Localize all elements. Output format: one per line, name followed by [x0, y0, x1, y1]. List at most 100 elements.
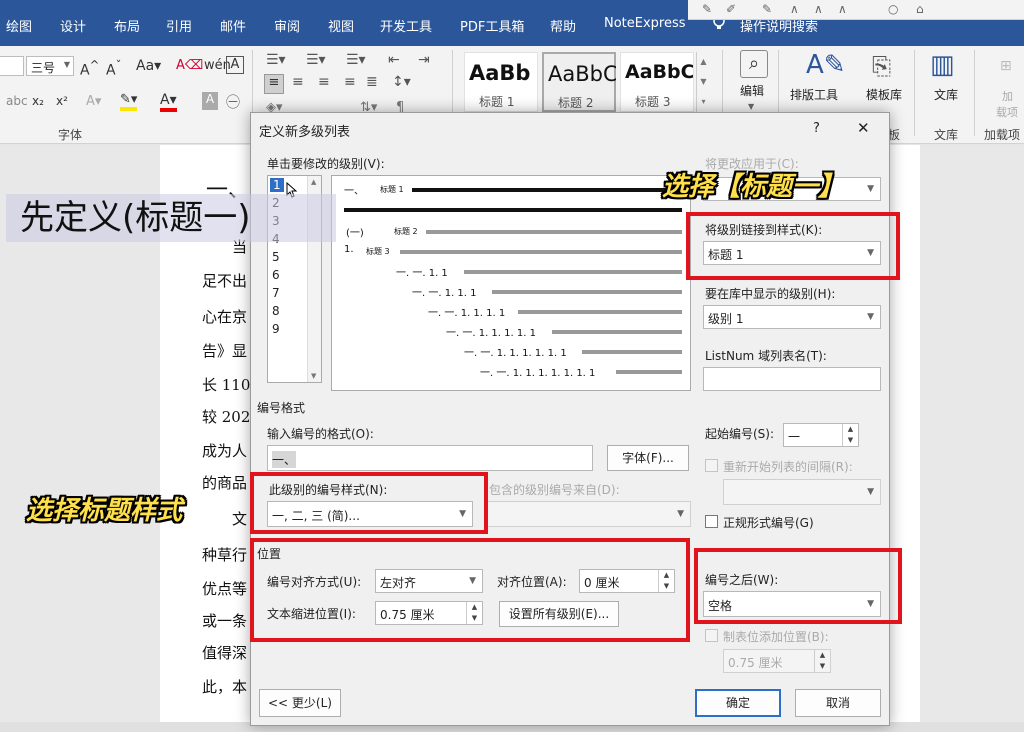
enter-format-input[interactable]: 一、 [267, 445, 593, 471]
styles-scroll[interactable]: ▲ ▼ ▾ [696, 52, 710, 112]
grow-font-icon[interactable]: A^ [80, 58, 99, 79]
tab-mailings[interactable]: 邮件 [220, 16, 246, 35]
font-button[interactable]: 字体(F)... [607, 445, 689, 471]
level-item[interactable]: 7 [272, 286, 280, 300]
legal-checkbox[interactable] [705, 515, 718, 528]
align-right-icon[interactable]: ≡ [318, 74, 330, 90]
level-item[interactable]: 9 [272, 322, 280, 336]
edit-button[interactable]: 编辑 [740, 82, 764, 99]
tab-help[interactable]: 帮助 [550, 16, 576, 35]
highlighter-icon[interactable]: ∧ [838, 2, 847, 16]
char-shading-icon[interactable]: A [202, 92, 218, 110]
lasso-icon[interactable]: ○ [888, 2, 898, 16]
multilevel-list-icon[interactable]: ☰▾ [346, 52, 366, 68]
align-center-icon[interactable]: ≡ [292, 74, 304, 90]
level-item[interactable]: 1 [270, 178, 284, 192]
highlighter-icon[interactable]: ∧ [790, 2, 799, 16]
preview-number: 一. 一. 1. 1 [396, 268, 448, 279]
layout-tool-icon[interactable]: A✎ [806, 50, 846, 80]
decrease-indent-icon[interactable]: ⇤ [388, 52, 400, 68]
pen-icon[interactable]: ✎ [702, 2, 712, 16]
close-button[interactable]: ✕ [857, 119, 870, 137]
chevron-down-icon: ▼ [63, 60, 70, 69]
less-button[interactable]: << 更少(L) [259, 689, 341, 717]
tab-draw[interactable]: 绘图 [6, 16, 32, 35]
scroll-up-icon[interactable]: ▲ [311, 178, 316, 186]
pen-icon[interactable]: ✐ [726, 2, 736, 16]
increase-indent-icon[interactable]: ⇥ [418, 52, 430, 68]
distributed-icon[interactable]: ≣ [366, 74, 378, 90]
level-item[interactable]: 8 [272, 304, 280, 318]
search-icon[interactable]: ⌕ [740, 50, 768, 78]
enclose-char-icon[interactable]: ㊀ [226, 92, 240, 112]
tab-references[interactable]: 引用 [166, 16, 192, 35]
highlighter-icon[interactable]: ∧ [814, 2, 823, 16]
template-lib-button[interactable]: 模板库 [866, 86, 902, 103]
preview-line [412, 188, 682, 192]
stepper-arrows[interactable]: ▲ ▼ [842, 424, 858, 446]
pen-icon[interactable]: ✎ [762, 2, 772, 16]
callout-select-heading1: 选择【标题一】 [662, 172, 845, 202]
numbering-icon[interactable]: ☰▾ [306, 52, 326, 68]
tab-design[interactable]: 设计 [60, 16, 86, 35]
change-case-icon[interactable]: Aa▾ [136, 58, 161, 74]
doc-library-button[interactable]: 文库 [934, 86, 958, 103]
include-level-select[interactable]: ▼ [487, 501, 691, 527]
stepper-arrows[interactable]: ▲ ▼ [814, 650, 830, 672]
tab-pdf-toolbox[interactable]: PDF工具箱 [460, 16, 524, 35]
cancel-button[interactable]: 取消 [795, 689, 881, 717]
tab-review[interactable]: 审阅 [274, 16, 300, 35]
chevron-down-icon: ▼ [867, 184, 874, 194]
number-format-section: 编号格式 [257, 401, 306, 415]
start-at-stepper[interactable]: 一 ▲ ▼ [783, 423, 859, 447]
help-button[interactable]: ? [813, 121, 820, 136]
subscript-icon[interactable]: x₂ [32, 94, 44, 108]
font-name-box[interactable] [0, 56, 24, 76]
tab-developer[interactable]: 开发工具 [380, 16, 432, 35]
preview-number: 1. [344, 244, 354, 255]
layout-tool-button[interactable]: 排版工具 [790, 86, 838, 103]
listnum-input[interactable] [703, 367, 881, 391]
shrink-font-icon[interactable]: Aˇ [106, 58, 121, 79]
bullets-icon[interactable]: ☰▾ [266, 52, 286, 68]
template-icon[interactable]: ⎘ [872, 52, 891, 80]
char-border-icon[interactable]: A [226, 56, 244, 74]
group-divider [974, 50, 975, 136]
tab-view[interactable]: 视图 [328, 16, 354, 35]
preview-line [616, 370, 682, 374]
legal-label: 正规形式编号(G) [723, 516, 814, 530]
highlight-number-style [250, 472, 488, 534]
style-heading-1[interactable]: AaBb 标题 1 [464, 52, 538, 112]
addin-disabled-label: 加 [1002, 90, 1013, 103]
font-size-select[interactable]: 三号 ▼ [26, 56, 74, 76]
library-icon[interactable]: ▥ [930, 50, 955, 80]
restart-checkbox[interactable] [705, 459, 718, 472]
strikethrough-icon[interactable]: abc [6, 94, 28, 108]
restart-select[interactable]: ▼ [723, 479, 881, 505]
doc-line: 的商品 [202, 474, 248, 492]
scroll-down-icon[interactable]: ▼ [311, 372, 316, 380]
tab-stop-checkbox[interactable] [705, 629, 718, 642]
addin-disabled-label: 载项 [996, 106, 1018, 119]
line-spacing-icon[interactable]: ↕▾ [392, 74, 411, 90]
tab-noteexpress[interactable]: NoteExpress [604, 16, 686, 31]
highlight-color-icon[interactable]: ✎▾ [120, 92, 138, 111]
ok-button[interactable]: 确定 [695, 689, 781, 717]
preview-number: (一) [346, 228, 364, 239]
tab-stop-stepper[interactable]: 0.75 厘米 ▲ ▼ [723, 649, 831, 673]
eraser-icon[interactable]: ⌂ [916, 2, 924, 16]
text-effects-icon[interactable]: A▾ [86, 94, 101, 109]
clear-format-icon[interactable]: A⌫ [176, 58, 203, 73]
listnum-label: ListNum 域列表名(T): [705, 349, 827, 363]
style-name: 标题 3 [635, 95, 671, 109]
font-color-icon[interactable]: A▾ [160, 92, 177, 112]
gallery-level-select[interactable]: 级别 1 ▼ [703, 305, 881, 329]
align-left-icon[interactable]: ≡ [264, 74, 284, 94]
level-item[interactable]: 5 [272, 250, 280, 264]
justify-icon[interactable]: ≡ [344, 74, 356, 90]
tab-layout[interactable]: 布局 [114, 16, 140, 35]
style-heading-3[interactable]: AaBbC 标题 3 [620, 52, 694, 112]
superscript-icon[interactable]: x² [56, 94, 68, 108]
style-heading-2[interactable]: AaBbC 标题 2 [542, 52, 616, 112]
level-item[interactable]: 6 [272, 268, 280, 282]
